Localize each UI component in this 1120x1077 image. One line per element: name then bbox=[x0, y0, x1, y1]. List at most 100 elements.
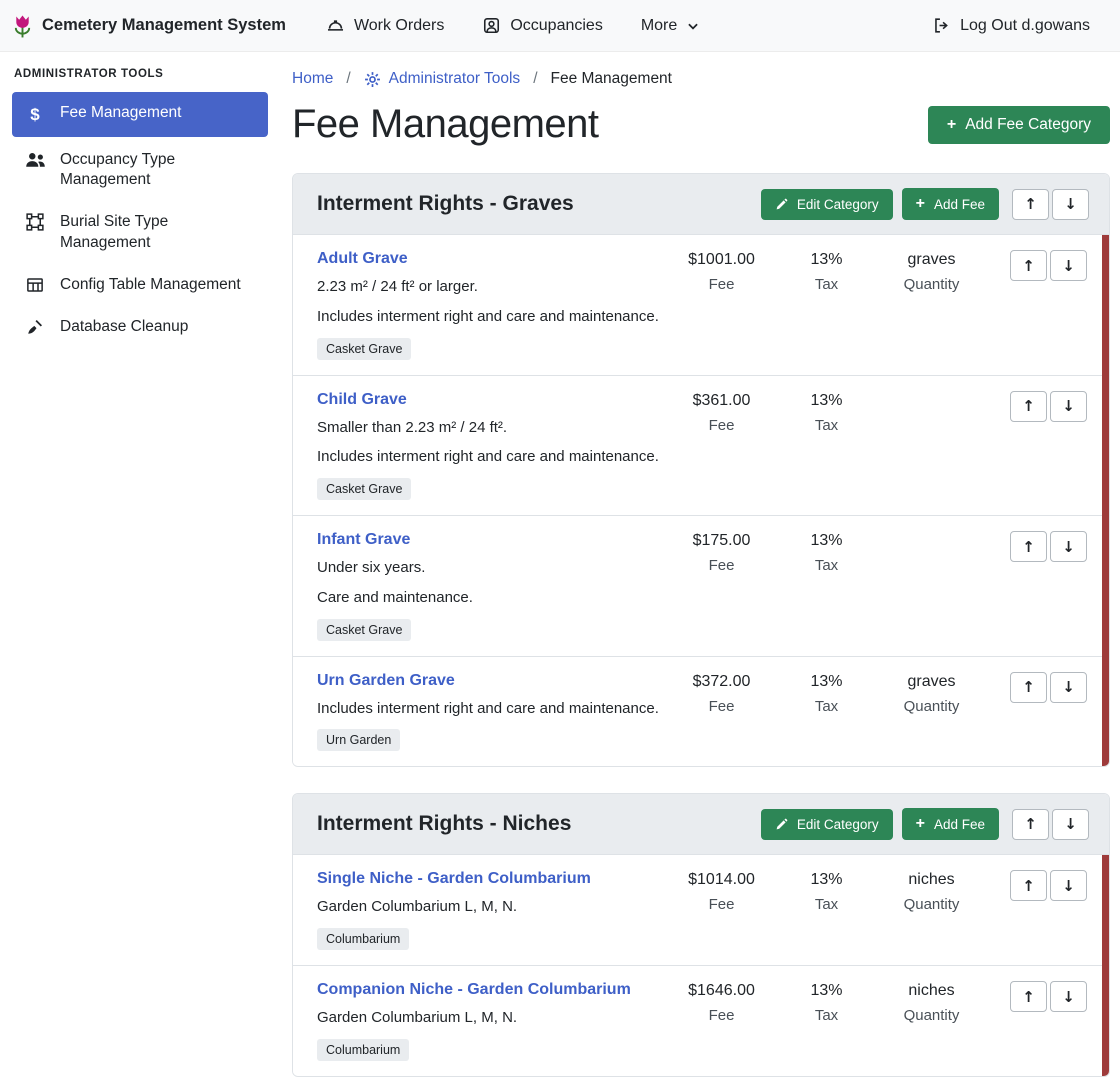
sidebar-item-burial-site-type-management[interactable]: Burial Site Type Management bbox=[12, 203, 268, 261]
move-fee-up-button[interactable]: ↑ bbox=[1010, 870, 1047, 901]
fee-name-link[interactable]: Companion Niche - Garden Columbarium bbox=[317, 981, 631, 999]
nav-logout[interactable]: Log Out d.gowans bbox=[918, 8, 1104, 43]
fee-name-link[interactable]: Child Grave bbox=[317, 391, 407, 409]
move-category-up-button[interactable]: ↑ bbox=[1012, 809, 1049, 840]
fee-label: Fee bbox=[664, 896, 779, 913]
pencil-icon bbox=[775, 198, 788, 211]
fee-row: Infant Grave Under six years.Care and ma… bbox=[293, 515, 1109, 656]
fee-row: Adult Grave 2.23 m² / 24 ft² or larger.I… bbox=[293, 235, 1109, 375]
fee-amount-cell: $361.00 Fee bbox=[664, 391, 779, 434]
sidebar-item-fee-management[interactable]: $ Fee Management bbox=[12, 92, 268, 137]
fee-category-card: Interment Rights - Niches Edit Category … bbox=[292, 793, 1110, 1077]
nav-work-orders[interactable]: Work Orders bbox=[312, 8, 458, 43]
fee-row: Companion Niche - Garden Columbarium Gar… bbox=[293, 965, 1109, 1076]
edit-category-button[interactable]: Edit Category bbox=[761, 189, 893, 220]
fee-descriptions: Includes interment right and care and ma… bbox=[317, 698, 664, 720]
plus-icon: + bbox=[916, 816, 925, 832]
move-category-down-button[interactable]: ↓ bbox=[1052, 809, 1089, 840]
sidebar-item-label: Database Cleanup bbox=[60, 317, 188, 337]
user-square-icon bbox=[482, 16, 501, 35]
move-fee-down-button[interactable]: ↓ bbox=[1050, 391, 1087, 422]
sidebar-item-label: Occupancy Type Management bbox=[60, 150, 256, 190]
move-fee-up-button[interactable]: ↑ bbox=[1010, 981, 1047, 1012]
fee-name-link[interactable]: Infant Grave bbox=[317, 531, 410, 549]
table-icon bbox=[24, 276, 46, 294]
category-title: Interment Rights - Niches bbox=[317, 812, 571, 836]
fee-arrows: ↑ ↓ bbox=[989, 250, 1097, 281]
sidebar-item-database-cleanup[interactable]: Database Cleanup bbox=[12, 308, 268, 346]
move-fee-up-button[interactable]: ↑ bbox=[1010, 391, 1047, 422]
quantity-label: Quantity bbox=[874, 276, 989, 293]
breadcrumb-admin-tools-label: Administrator Tools bbox=[389, 70, 521, 88]
fee-amount: $372.00 bbox=[664, 673, 779, 691]
add-fee-category-label: Add Fee Category bbox=[965, 116, 1091, 134]
scrollbar[interactable] bbox=[1102, 235, 1109, 766]
tax-label: Tax bbox=[779, 698, 874, 715]
move-category-up-button[interactable]: ↑ bbox=[1012, 189, 1049, 220]
breadcrumb-home-link[interactable]: Home bbox=[292, 70, 333, 88]
fee-tax-cell: 13% Tax bbox=[779, 391, 874, 434]
edit-category-button[interactable]: Edit Category bbox=[761, 809, 893, 840]
move-category-down-button[interactable]: ↓ bbox=[1052, 189, 1089, 220]
fee-tag: Urn Garden bbox=[317, 729, 400, 751]
fee-reorder-group: ↑ ↓ bbox=[1010, 391, 1087, 422]
fee-main: Infant Grave Under six years.Care and ma… bbox=[317, 531, 664, 641]
app-title: Cemetery Management System bbox=[42, 16, 286, 35]
fee-descriptions: Garden Columbarium L, M, N. bbox=[317, 1007, 664, 1029]
fee-description: 2.23 m² / 24 ft² or larger. bbox=[317, 276, 664, 298]
fee-name-link[interactable]: Adult Grave bbox=[317, 250, 408, 268]
fee-tax: 13% bbox=[779, 871, 874, 889]
fee-tax-cell: 13% Tax bbox=[779, 870, 874, 913]
sidebar-item-config-table-management[interactable]: Config Table Management bbox=[12, 266, 268, 304]
move-fee-down-button[interactable]: ↓ bbox=[1050, 531, 1087, 562]
move-fee-up-button[interactable]: ↑ bbox=[1010, 250, 1047, 281]
page-title: Fee Management bbox=[292, 102, 599, 147]
fee-quantity-cell: graves Quantity bbox=[874, 250, 989, 293]
category-actions: Edit Category + Add Fee ↑ ↓ bbox=[761, 808, 1089, 840]
quantity-label: Quantity bbox=[874, 896, 989, 913]
fee-description: Smaller than 2.23 m² / 24 ft². bbox=[317, 417, 664, 439]
fee-rows: Adult Grave 2.23 m² / 24 ft² or larger. I… bbox=[293, 235, 1109, 766]
add-fee-button[interactable]: + Add Fee bbox=[902, 808, 999, 840]
logout-icon bbox=[932, 16, 951, 35]
scrollbar[interactable] bbox=[1102, 855, 1109, 1076]
fee-amount: $1646.00 bbox=[664, 982, 779, 1000]
fee-name-link[interactable]: Single Niche - Garden Columbarium bbox=[317, 870, 591, 888]
nav-occupancies[interactable]: Occupancies bbox=[468, 8, 617, 43]
edit-category-label: Edit Category bbox=[797, 197, 879, 212]
fee-tax-cell: 13% Tax bbox=[779, 250, 874, 293]
add-fee-button[interactable]: + Add Fee bbox=[902, 188, 999, 220]
pencil-icon bbox=[775, 818, 788, 831]
fee-tag: Columbarium bbox=[317, 928, 409, 950]
fee-description: Includes interment right and care and ma… bbox=[317, 698, 664, 720]
fee-amount: $361.00 bbox=[664, 392, 779, 410]
category-reorder-group: ↑ ↓ bbox=[1012, 189, 1089, 220]
fee-row: Child Grave Smaller than 2.23 m² / 24 ft… bbox=[293, 375, 1109, 516]
top-navbar: Cemetery Management System Work Orders O… bbox=[0, 0, 1120, 52]
category-body: Adult Grave 2.23 m² / 24 ft² or larger. I… bbox=[293, 235, 1109, 766]
nav-occupancies-label: Occupancies bbox=[510, 17, 603, 35]
nav-work-orders-label: Work Orders bbox=[354, 17, 444, 35]
move-fee-down-button[interactable]: ↓ bbox=[1050, 672, 1087, 703]
nav-more[interactable]: More bbox=[627, 9, 714, 43]
move-fee-down-button[interactable]: ↓ bbox=[1050, 981, 1087, 1012]
add-fee-category-button[interactable]: + Add Fee Category bbox=[928, 106, 1110, 144]
fee-name-link[interactable]: Urn Garden Grave bbox=[317, 672, 455, 690]
move-fee-down-button[interactable]: ↓ bbox=[1050, 250, 1087, 281]
fee-reorder-group: ↑ ↓ bbox=[1010, 981, 1087, 1012]
sidebar-item-occupancy-type-management[interactable]: Occupancy Type Management bbox=[12, 141, 268, 199]
move-fee-up-button[interactable]: ↑ bbox=[1010, 531, 1047, 562]
fee-arrows: ↑ ↓ bbox=[989, 870, 1097, 901]
app-brand[interactable]: Cemetery Management System bbox=[12, 13, 286, 39]
nav-items: Work Orders Occupancies More bbox=[312, 8, 714, 43]
move-fee-down-button[interactable]: ↓ bbox=[1050, 870, 1087, 901]
breadcrumb-admin-tools-link[interactable]: Administrator Tools bbox=[364, 70, 521, 88]
move-fee-up-button[interactable]: ↑ bbox=[1010, 672, 1047, 703]
category-title: Interment Rights - Graves bbox=[317, 192, 574, 216]
quantity-label: Quantity bbox=[874, 698, 989, 715]
broom-icon bbox=[24, 318, 46, 336]
fee-label: Fee bbox=[664, 417, 779, 434]
plus-icon: + bbox=[916, 196, 925, 212]
fee-descriptions: Under six years.Care and maintenance. bbox=[317, 557, 664, 609]
add-fee-label: Add Fee bbox=[934, 197, 985, 212]
